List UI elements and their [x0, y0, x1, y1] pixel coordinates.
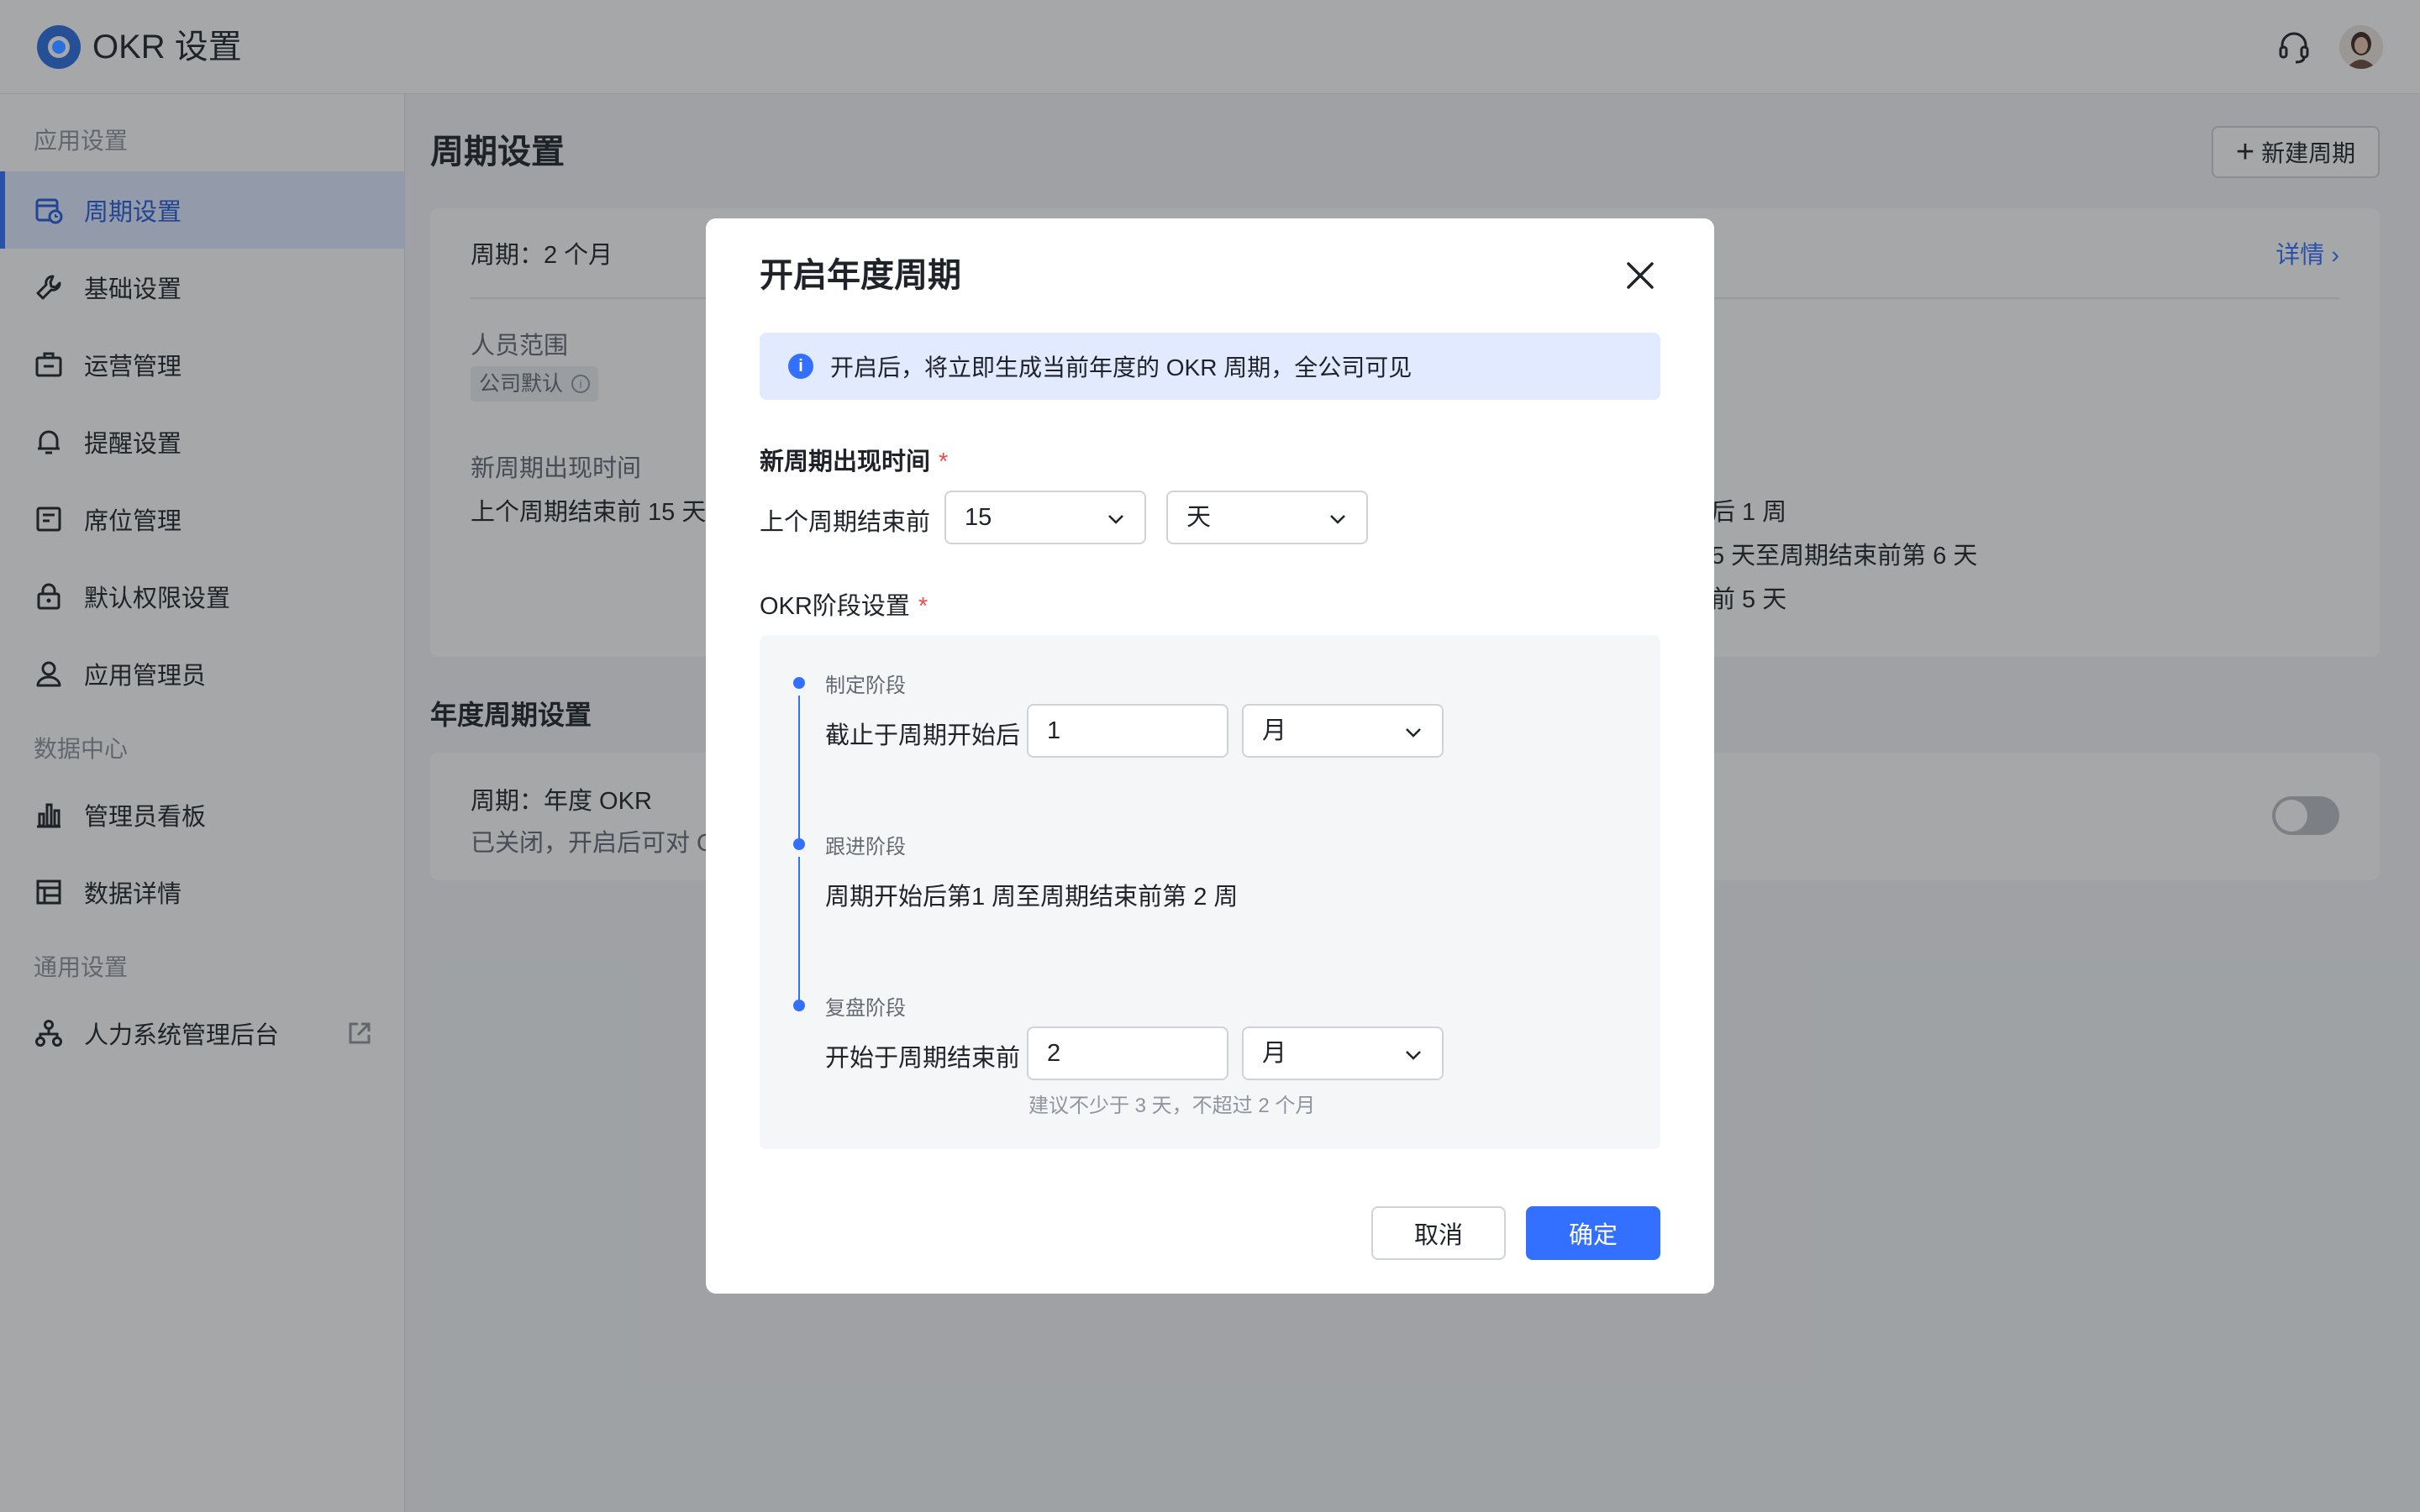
chevron-down-icon: [1406, 728, 1421, 738]
alert-text: 开启后，将立即生成当前年度的 OKR 周期，全公司可见: [830, 354, 1413, 381]
timeline-line: [798, 696, 800, 840]
review-hint: 建议不少于 3 天，不超过 2 个月: [1028, 1095, 1316, 1117]
confirm-button[interactable]: 确定: [1526, 1206, 1660, 1260]
plan-stage-text: 截止于周期开始后: [825, 722, 1021, 749]
review-stage-name: 复盘阶段: [825, 997, 906, 1020]
chevron-down-icon: [1406, 1051, 1421, 1060]
info-alert: i 开启后，将立即生成当前年度的 OKR 周期，全公司可见: [760, 333, 1660, 400]
chevron-down-icon: [1330, 515, 1345, 524]
stage-settings-box: 制定阶段 截止于周期开始后 1 月 跟进阶段 周期开始后第1 周至周期结束前第 …: [760, 635, 1660, 1149]
close-icon[interactable]: [1622, 257, 1659, 294]
open-annual-cycle-modal: 开启年度周期 i 开启后，将立即生成当前年度的 OKR 周期，全公司可见 新周期…: [706, 218, 1714, 1294]
time-value-select[interactable]: 15: [944, 491, 1146, 544]
new-cycle-time-label: 新周期出现时间 *: [760, 449, 949, 475]
track-stage-text: 周期开始后第1 周至周期结束前第 2 周: [825, 884, 1239, 911]
stage-dot: [793, 677, 805, 689]
timeline-line: [798, 857, 800, 1001]
stage-dot: [793, 1000, 805, 1011]
stage-dot: [793, 838, 805, 850]
modal-title: 开启年度周期: [760, 257, 961, 294]
plan-unit-select[interactable]: 月: [1242, 704, 1444, 758]
info-icon: i: [788, 354, 813, 379]
review-value-input[interactable]: 2: [1027, 1026, 1228, 1080]
chevron-down-icon: [1108, 515, 1123, 524]
review-stage-text: 开始于周期结束前: [825, 1045, 1021, 1072]
plan-stage-name: 制定阶段: [825, 675, 906, 697]
review-unit-select[interactable]: 月: [1242, 1026, 1444, 1080]
cancel-button[interactable]: 取消: [1371, 1206, 1506, 1260]
track-stage-name: 跟进阶段: [825, 836, 906, 858]
before-end-text: 上个周期结束前: [760, 509, 931, 536]
time-unit-select[interactable]: 天: [1166, 491, 1368, 544]
okr-stage-label: OKR阶段设置 *: [760, 593, 929, 620]
plan-value-input[interactable]: 1: [1027, 704, 1228, 758]
